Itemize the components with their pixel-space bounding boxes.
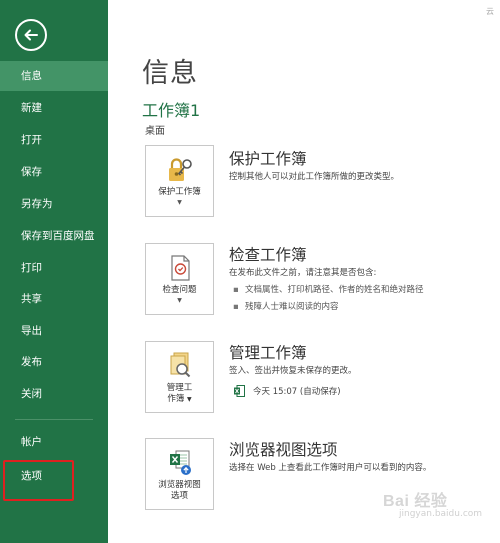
autosave-version-text: 今天 15:07 (自动保存) [253, 387, 341, 397]
workbook-name: 工作簿1 [142, 101, 201, 120]
nav-item-save-to-baidu[interactable]: 保存到百度网盘 [0, 221, 108, 251]
protect-title: 保护工作簿 [229, 150, 307, 168]
check-issues-button[interactable]: 检查问题 ▼ [145, 243, 214, 315]
autosave-version-link[interactable]: 今天 15:07 (自动保存) [234, 385, 341, 397]
lock-key-icon [164, 155, 196, 185]
browser-view-options-button[interactable]: 浏览器视图 选项 [145, 438, 214, 510]
bullet-dot: ▪ [233, 285, 239, 295]
manage-description: 签入、签出并恢复未保存的更改。 [229, 366, 357, 376]
nav-item-options[interactable]: 选项 [0, 461, 108, 491]
protect-workbook-button[interactable]: 保护工作簿 ▼ [145, 145, 214, 217]
excel-web-icon [164, 448, 196, 478]
top-right-label: 云 [486, 7, 494, 16]
protect-description: 控制其他人可以对此工作簿所做的更改类型。 [229, 172, 400, 182]
bullet-dot: ▪ [233, 302, 239, 312]
chevron-down-icon: ▼ [177, 297, 182, 304]
nav-item-info[interactable]: 信息 [0, 61, 108, 91]
manage-title: 管理工作簿 [229, 344, 307, 362]
chevron-down-icon: ▼ [187, 396, 192, 403]
nav-item-open[interactable]: 打开 [0, 125, 108, 155]
manage-tile-label-line2: 作簿 [167, 394, 185, 404]
check-issues-tile-label: 检查问题 [162, 285, 197, 295]
browser-view-tile-label-line1: 浏览器视图 [158, 480, 201, 490]
inspect-bullet-text: 残障人士难以阅读的内容 [245, 302, 339, 312]
back-arrow-icon[interactable] [15, 19, 47, 51]
baidu-jingyan-watermark: Bai 经验 jingyan.baidu.com [383, 487, 500, 543]
inspect-bullet: ▪ 残障人士难以阅读的内容 [233, 300, 339, 312]
browser-view-description: 选择在 Web 上查看此工作簿时用户可以看到的内容。 [229, 463, 432, 473]
watermark-sub-text: jingyan.baidu.com [399, 509, 483, 519]
nav-item-export[interactable]: 导出 [0, 316, 108, 346]
nav-item-account[interactable]: 帐户 [0, 427, 108, 457]
manage-tile-label: 管理工 作簿 ▼ [167, 383, 193, 405]
nav-item-save-as[interactable]: 另存为 [0, 189, 108, 219]
document-check-icon [164, 253, 196, 283]
sidebar-divider [15, 419, 93, 420]
inspect-bullet: ▪ 文档属性、打印机路径、作者的姓名和绝对路径 [233, 283, 424, 295]
arrow-left-icon [24, 29, 38, 41]
manage-document-icon [164, 351, 196, 381]
inspect-title: 检查工作簿 [229, 246, 307, 264]
manage-workbook-button[interactable]: 管理工 作簿 ▼ [145, 341, 214, 413]
nav-item-print[interactable]: 打印 [0, 253, 108, 283]
browser-view-title: 浏览器视图选项 [229, 441, 338, 459]
browser-view-tile-label: 浏览器视图 选项 [158, 480, 201, 502]
protect-tile-label: 保护工作簿 [158, 187, 201, 197]
workbook-location: 桌面 [145, 126, 165, 137]
nav-item-new[interactable]: 新建 [0, 93, 108, 123]
nav-item-close[interactable]: 关闭 [0, 379, 108, 409]
excel-file-icon [234, 385, 245, 397]
page-title: 信息 [142, 58, 198, 89]
nav-item-save[interactable]: 保存 [0, 157, 108, 187]
inspect-bullet-text: 文档属性、打印机路径、作者的姓名和绝对路径 [245, 285, 424, 295]
nav-item-publish[interactable]: 发布 [0, 347, 108, 377]
inspect-description: 在发布此文件之前，请注意其是否包含: [229, 268, 377, 278]
manage-tile-label-line1: 管理工 [166, 383, 193, 393]
browser-view-tile-label-line2: 选项 [170, 491, 188, 501]
nav-item-share[interactable]: 共享 [0, 284, 108, 314]
watermark-main-text: Bai 经验 [383, 493, 448, 510]
backstage-sidebar: 信息 新建 打开 保存 另存为 保存到百度网盘 打印 共享 导出 发布 关闭 帐… [0, 0, 108, 543]
chevron-down-icon: ▼ [177, 199, 182, 206]
